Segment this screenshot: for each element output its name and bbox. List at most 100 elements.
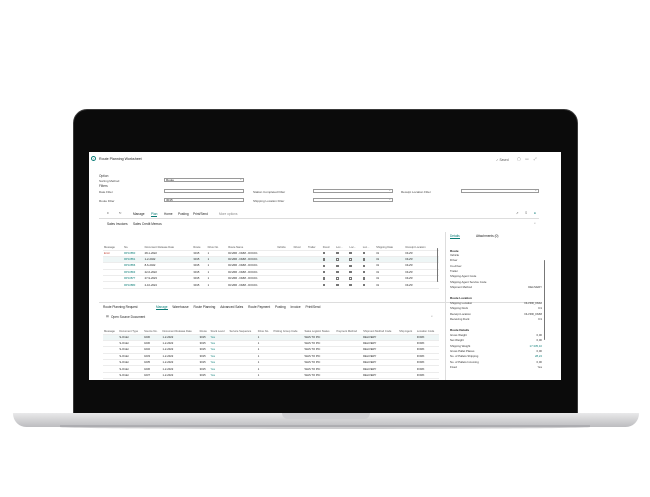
app-screen: ‹ Route Planning Worksheet ✓ Saved ▢ ▭ ⤢… — [89, 152, 561, 380]
col-header[interactable]: Vehicle — [276, 232, 293, 251]
checkbox[interactable] — [336, 264, 339, 267]
col-header[interactable]: Shipping Date — [375, 232, 405, 251]
col-header[interactable]: Document Type — [118, 322, 144, 335]
col-header[interactable]: Payment Method — [335, 322, 363, 335]
col-header[interactable]: Trailer — [306, 232, 322, 251]
col-header[interactable]: Route — [198, 322, 210, 335]
sales-invoices-button[interactable]: Sales Invoices — [107, 222, 128, 226]
checkbox[interactable] — [362, 251, 366, 255]
col-header[interactable]: Picking Group Code — [272, 322, 304, 335]
col-header[interactable]: Document Release Date — [143, 232, 193, 251]
info-icon[interactable]: ● — [534, 211, 536, 215]
lower-tab-posting[interactable]: Posting — [275, 305, 286, 309]
open-source-document-button[interactable]: Open Source Document — [111, 315, 145, 319]
checkbox[interactable] — [349, 277, 352, 280]
tab-manage[interactable]: Manage — [133, 212, 145, 216]
col-header[interactable]: Service Sequence — [228, 322, 257, 335]
col-header[interactable]: Message — [103, 232, 124, 251]
factbox-value[interactable]: 28,22 — [535, 354, 542, 358]
factbox-scrollbar[interactable] — [544, 260, 546, 340]
checkbox[interactable] — [362, 264, 366, 267]
date-filter-input[interactable] — [164, 189, 244, 194]
col-header[interactable]: Route Name — [227, 232, 277, 251]
lower-tab-print-send[interactable]: Print/Send — [306, 305, 321, 309]
checkbox[interactable] — [336, 277, 339, 280]
checkbox[interactable] — [362, 277, 366, 280]
sorting-method-select[interactable]: Route — [164, 178, 244, 183]
col-header[interactable]: Shipment Method Code — [362, 322, 399, 335]
checkbox[interactable] — [322, 277, 326, 280]
station-completed-filter-select[interactable] — [313, 189, 393, 194]
factbox-value[interactable]: 17.335,10 — [530, 344, 542, 348]
new-line-icon[interactable]: ≡ — [107, 211, 109, 215]
col-header[interactable]: Receipt Location — [404, 232, 439, 251]
bookmark-icon[interactable]: ▢ — [517, 157, 521, 161]
factbox-line: Gross Weight 0,00 — [450, 333, 542, 337]
filter-icon[interactable]: ⊽ — [525, 211, 527, 215]
table-row[interactable]: S-Order 1037 1-2-2022 3015 Yes 1 WHS TO PIC DEL… — [103, 372, 439, 380]
lower-tab-invoice[interactable]: Invoice — [291, 305, 301, 309]
search-icon[interactable]: ⌕ — [534, 221, 536, 225]
checkbox[interactable] — [336, 251, 339, 255]
tab-posting[interactable]: Posting — [178, 212, 189, 216]
checkbox[interactable] — [336, 270, 339, 274]
factbox-line: Fixed Yes — [450, 365, 542, 369]
sales-credit-memos-button[interactable]: Sales Credit Memos — [133, 222, 162, 226]
lower-tab-route-planning[interactable]: Route Planning — [194, 305, 216, 309]
col-header[interactable]: Fixed — [321, 232, 336, 251]
col-header[interactable]: Source No. — [143, 322, 162, 335]
col-header[interactable]: Drive No. — [256, 322, 273, 335]
checkbox[interactable] — [336, 283, 339, 287]
checkbox[interactable] — [322, 264, 326, 267]
share-icon[interactable]: ⇗ — [516, 211, 519, 215]
factbox-tab-attachments[interactable]: Attachments (0) — [476, 234, 499, 238]
filters-section-label: Filters — [99, 184, 108, 188]
col-header[interactable]: Stock Level — [209, 322, 229, 335]
checkbox[interactable] — [349, 264, 352, 267]
col-header[interactable]: Route — [192, 232, 207, 251]
checkbox[interactable] — [362, 270, 366, 274]
col-header[interactable]: Driver — [292, 232, 307, 251]
col-header[interactable]: Location Code — [415, 322, 439, 335]
lower-search-icon[interactable]: ⌕ — [431, 314, 433, 318]
tab-plan[interactable]: Plan — [151, 212, 158, 217]
col-header[interactable]: Sales Logistic Status — [303, 322, 336, 335]
lower-tab-advanced-sales[interactable]: Advanced Sales — [220, 305, 243, 309]
expand-icon[interactable]: ⤢ — [533, 157, 537, 161]
col-header[interactable]: Loc... — [348, 232, 362, 251]
tab-home[interactable]: Home — [164, 212, 173, 216]
upper-table-scrollbar[interactable] — [437, 248, 439, 282]
open-new-window-icon[interactable]: ▭ — [525, 157, 529, 161]
receipt-location-filter-select[interactable] — [461, 189, 539, 194]
lower-tab-route-payment[interactable]: Route Payment — [248, 305, 270, 309]
shipping-location-filter-select[interactable] — [313, 198, 393, 203]
factbox-tab-details[interactable]: Details — [450, 234, 460, 239]
route-filter-input[interactable]: 3015 — [164, 198, 244, 203]
col-header[interactable]: Drive No. — [206, 232, 228, 251]
checkbox[interactable] — [349, 251, 352, 255]
col-header[interactable]: Loc... — [361, 232, 376, 251]
checkbox[interactable] — [349, 270, 352, 274]
checkbox[interactable] — [362, 283, 366, 287]
tab-print-send[interactable]: Print/Send — [193, 212, 208, 216]
refresh-icon[interactable]: ↻ — [119, 211, 122, 215]
lower-tab-manage[interactable]: Manage — [156, 305, 168, 310]
checkbox[interactable] — [362, 258, 366, 261]
checkbox[interactable] — [322, 251, 326, 255]
col-header[interactable]: No. — [123, 232, 144, 251]
table-row[interactable]: RP10880 2-10-2024 3015 1 DLVRR - DMM - DOCK1… — [103, 281, 439, 289]
table-cell[interactable]: RP10880 — [123, 281, 144, 289]
checkbox[interactable] — [322, 270, 326, 274]
col-header[interactable]: Ship Agent — [398, 322, 416, 335]
lower-tab-warehouse[interactable]: Warehouse — [172, 305, 188, 309]
col-header[interactable]: Message — [103, 322, 119, 335]
checkbox[interactable] — [322, 283, 326, 287]
back-icon[interactable]: ‹ — [91, 156, 96, 161]
col-header[interactable]: Loc... — [335, 232, 349, 251]
more-options-button[interactable]: More options — [219, 212, 237, 216]
checkbox[interactable] — [349, 258, 352, 261]
checkbox[interactable] — [349, 283, 352, 287]
col-header[interactable]: Document Release Date — [161, 322, 199, 335]
checkbox[interactable] — [336, 258, 339, 261]
checkbox[interactable] — [322, 258, 326, 261]
